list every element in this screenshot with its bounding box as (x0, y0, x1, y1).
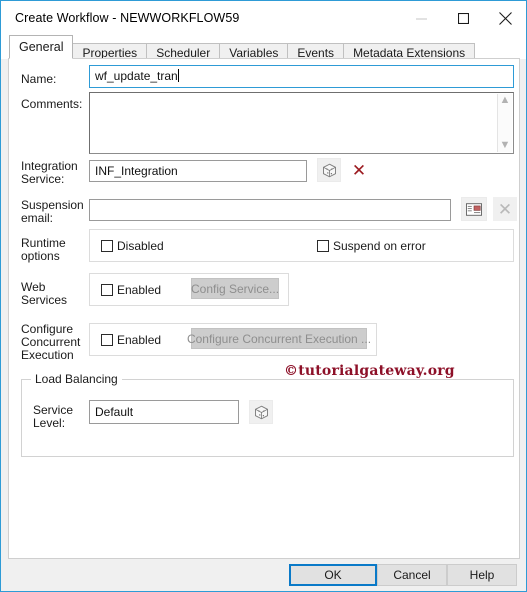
concurrent-enabled-label: Enabled (117, 333, 162, 347)
service-level-label: Service Level: (33, 403, 74, 430)
configure-concurrent-execution-button[interactable]: Configure Concurrent Execution ... (187, 328, 371, 349)
runtime-disabled-checkbox[interactable]: Disabled (101, 239, 164, 253)
web-services-enabled-label: Enabled (117, 283, 162, 297)
integration-service-label: Integration Service: (21, 159, 78, 186)
cancel-button[interactable]: Cancel (377, 564, 447, 586)
cube-icon[interactable] (249, 400, 273, 424)
chevron-down-icon[interactable]: ▼ (500, 140, 511, 151)
red-x-icon[interactable]: ✕ (347, 158, 371, 182)
help-button[interactable]: Help (447, 564, 517, 586)
ok-button[interactable]: OK (289, 564, 377, 586)
comments-label: Comments: (21, 97, 83, 111)
load-balancing-legend: Load Balancing (31, 372, 122, 386)
checkbox-box[interactable] (317, 240, 329, 252)
web-services-enabled-checkbox[interactable]: Enabled (101, 283, 161, 297)
tab-general[interactable]: General (9, 35, 74, 59)
maximize-icon[interactable] (442, 1, 484, 35)
general-tab-panel: Name: wf_update_tran Comments: ▲ ▼ Integ… (8, 58, 520, 559)
cube-icon[interactable] (317, 158, 341, 182)
minimize-icon[interactable] (400, 1, 442, 35)
checkbox-box[interactable] (101, 334, 113, 346)
checkbox-box[interactable] (101, 284, 113, 296)
concurrent-execution-label: Configure Concurrent Execution (21, 322, 81, 362)
config-service-button[interactable]: Config Service... (191, 278, 279, 299)
email-card-icon[interactable] (461, 197, 487, 221)
runtime-options-label: Runtime options (21, 236, 66, 263)
suspend-on-error-checkbox[interactable]: Suspend on error (317, 239, 426, 253)
window-controls (400, 1, 526, 35)
comments-input[interactable]: ▲ ▼ (89, 92, 514, 154)
dialog-footer: OK Cancel Help (1, 559, 526, 591)
name-label: Name: (21, 72, 57, 86)
create-workflow-dialog: Create Workflow - NEWWORKFLOW59 General … (0, 0, 527, 592)
window-title: Create Workflow - NEWWORKFLOW59 (15, 11, 240, 25)
close-icon[interactable] (484, 1, 526, 35)
web-services-label: Web Services (21, 280, 68, 307)
concurrent-enabled-checkbox[interactable]: Enabled (101, 333, 161, 347)
grey-x-icon: ✕ (493, 197, 517, 221)
suspension-email-label: Suspension email: (21, 198, 84, 225)
tab-strip: General Properties Scheduler Variables E… (1, 35, 526, 62)
name-input[interactable]: wf_update_tran (89, 65, 514, 88)
integration-service-input[interactable]: INF_Integration (89, 160, 307, 182)
comments-scrollbar[interactable]: ▲ ▼ (497, 94, 512, 152)
service-level-input[interactable]: Default (89, 400, 239, 424)
runtime-disabled-label: Disabled (117, 239, 164, 253)
watermark-text: ©tutorialgateway.org (284, 363, 455, 379)
chevron-up-icon[interactable]: ▲ (500, 95, 511, 106)
checkbox-box[interactable] (101, 240, 113, 252)
suspend-on-error-label: Suspend on error (333, 239, 426, 253)
suspension-email-input[interactable] (89, 199, 451, 221)
title-bar: Create Workflow - NEWWORKFLOW59 (1, 1, 526, 35)
